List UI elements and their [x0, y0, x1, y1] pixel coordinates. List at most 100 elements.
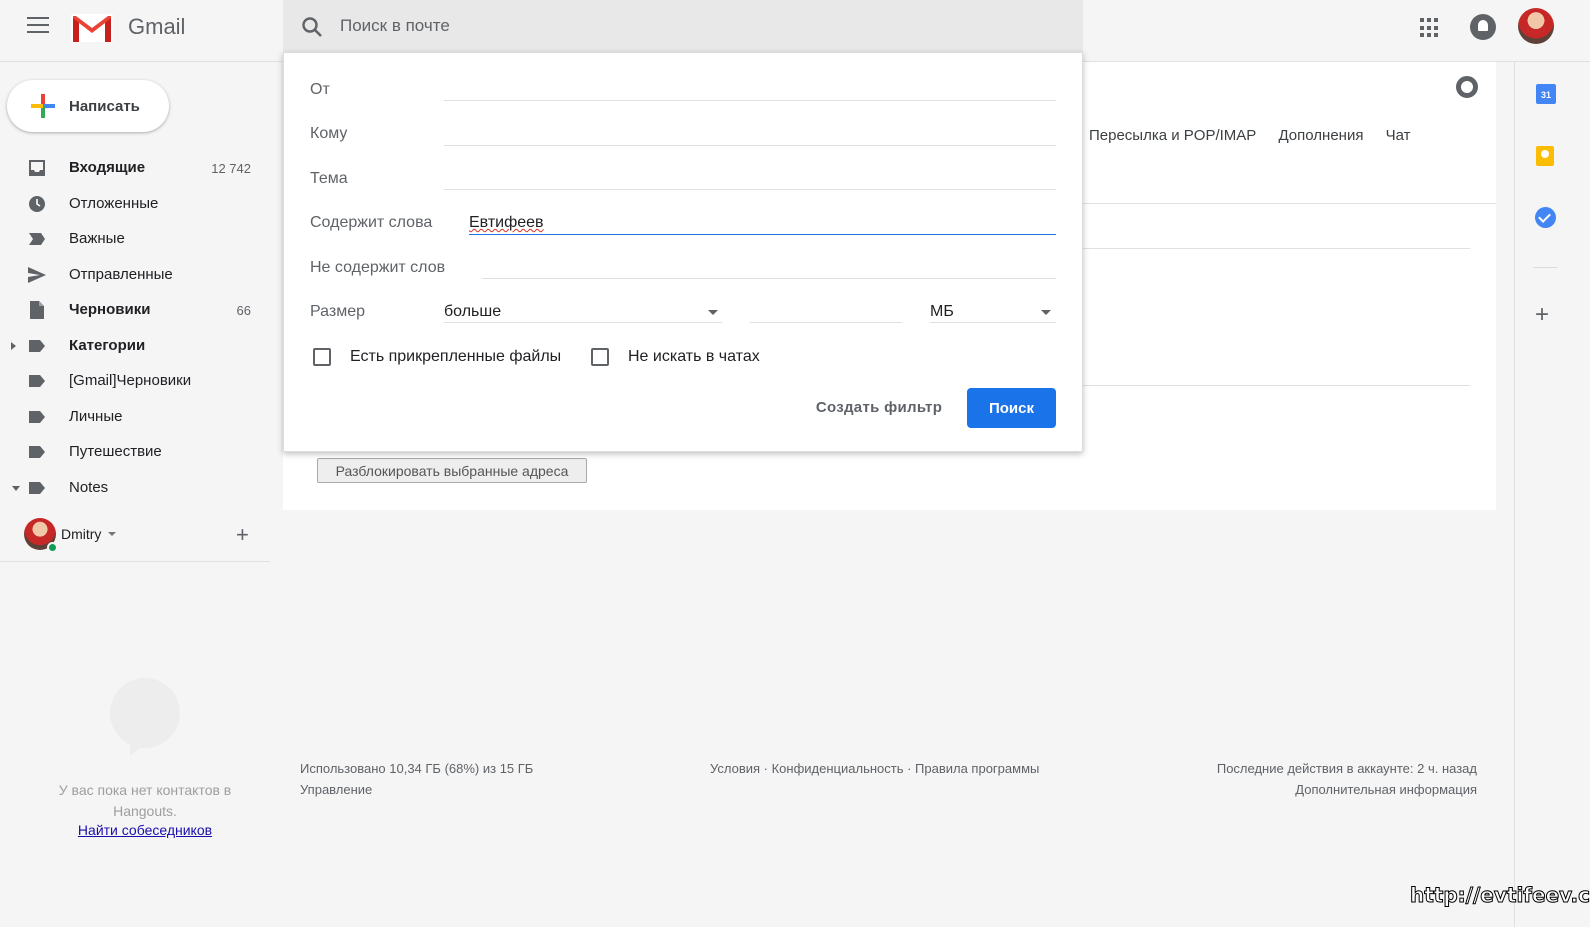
footer-links[interactable]: Условия · Конфиденциальность · Правила п… — [710, 758, 1039, 779]
unread-count: 12 742 — [211, 161, 251, 176]
collapse-arrow-icon[interactable] — [12, 485, 20, 491]
important-icon — [29, 233, 45, 245]
sidebar-item-sent[interactable]: Отправленные — [0, 257, 270, 293]
label-icon — [29, 481, 45, 494]
details-link[interactable]: Дополнительная информация — [1150, 779, 1477, 800]
tab-chat[interactable]: Чат — [1386, 127, 1411, 144]
compose-label: Написать — [69, 98, 140, 115]
find-contacts-link[interactable]: Найти собеседников — [40, 822, 250, 838]
sidebar-nav: Входящие 12 742 Отложенные Важные Отправ… — [0, 150, 270, 505]
settings-tabs: Пересылка и POP/IMAP Дополнения Чат — [1089, 127, 1429, 144]
sidebar-item-categories[interactable]: Категории — [0, 328, 270, 364]
search-input[interactable] — [340, 12, 1040, 40]
sidebar-item-travel[interactable]: Путешествие — [0, 434, 270, 470]
online-status-icon — [47, 542, 58, 553]
exclude-chats-checkbox[interactable] — [591, 348, 609, 366]
size-operator-select[interactable]: больше — [444, 303, 501, 321]
sidebar-item-label: Личные — [69, 407, 123, 425]
active-field-underline — [469, 234, 1056, 235]
divider — [1083, 385, 1470, 386]
label-icon — [29, 446, 45, 458]
draft-icon — [30, 301, 44, 319]
chevron-down-icon[interactable] — [1041, 310, 1051, 315]
notifications-icon[interactable] — [1470, 14, 1496, 40]
storage-usage: Использовано 10,34 ГБ (68%) из 15 ГБ Упр… — [300, 758, 533, 800]
plus-icon — [31, 94, 55, 118]
has-attachment-label[interactable]: Есть прикрепленные файлы — [350, 348, 561, 366]
inbox-icon — [29, 160, 45, 176]
divider — [1083, 248, 1470, 249]
divider — [930, 322, 1056, 323]
subject-input[interactable] — [444, 166, 1054, 190]
sidebar-item-label: Путешествие — [69, 443, 162, 460]
sidebar-item-snoozed[interactable]: Отложенные — [0, 186, 270, 222]
sidebar-item-label: Отправленные — [69, 265, 173, 283]
tasks-icon[interactable] — [1535, 207, 1556, 228]
hangouts-user-name[interactable]: Dmitry — [61, 526, 101, 542]
sidebar-item-important[interactable]: Важные — [0, 221, 270, 257]
to-label: Кому — [310, 125, 348, 142]
main-menu-icon[interactable] — [27, 17, 49, 35]
expand-arrow-icon[interactable] — [11, 341, 16, 350]
no-contacts-text: У вас пока нет контактов в Hangouts. — [58, 782, 232, 819]
storage-text: Использовано 10,34 ГБ (68%) из 15 ГБ — [300, 761, 534, 776]
sidebar-item-label: Важные — [69, 230, 125, 247]
hangouts-placeholder-icon — [110, 678, 180, 756]
sidebar-item-drafts[interactable]: Черновики 66 — [0, 292, 270, 328]
size-unit-select[interactable]: МБ — [930, 303, 954, 321]
watermark: http://evtifeev.com — [1410, 883, 1590, 908]
apps-grid-icon[interactable] — [1420, 18, 1440, 38]
add-contact-button[interactable]: + — [236, 524, 249, 546]
to-input[interactable] — [444, 121, 1054, 145]
search-button[interactable]: Поиск — [967, 388, 1056, 428]
gmail-logo-icon[interactable] — [70, 12, 114, 44]
exclude-chats-label[interactable]: Не искать в чатах — [628, 348, 760, 366]
account-activity: Последние действия в аккаунте: 2 ч. наза… — [1150, 758, 1477, 800]
sidebar-item-label: Категории — [69, 336, 146, 354]
sidebar-item-gmail-drafts[interactable]: [Gmail]Черновики — [0, 363, 270, 399]
label-icon — [29, 375, 45, 387]
tab-addons[interactable]: Дополнения — [1278, 127, 1363, 144]
size-value-input[interactable] — [750, 299, 900, 323]
compose-button[interactable]: Написать — [7, 80, 169, 132]
has-attachment-checkbox[interactable] — [313, 348, 331, 366]
divider — [482, 278, 1056, 279]
label-icon — [29, 339, 45, 352]
account-avatar[interactable] — [1518, 8, 1554, 44]
from-label: От — [310, 81, 330, 98]
create-filter-button[interactable]: Создать фильтр — [804, 388, 954, 426]
chevron-down-icon[interactable] — [108, 532, 116, 536]
tab-forwarding[interactable]: Пересылка и POP/IMAP — [1089, 127, 1256, 144]
hangouts-user: Dmitry + — [0, 512, 270, 562]
sidebar-item-personal[interactable]: Личные — [0, 399, 270, 435]
search-icon[interactable] — [301, 16, 323, 38]
sidebar-item-label: Черновики — [69, 301, 151, 318]
calendar-icon[interactable]: 31 — [1536, 84, 1556, 104]
from-input[interactable] — [444, 77, 1054, 101]
app-name: Gmail — [128, 14, 186, 39]
sidebar-item-label: [Gmail]Черновики — [69, 372, 192, 389]
draft-count: 66 — [236, 303, 251, 318]
unblock-addresses-button[interactable]: Разблокировать выбранные адреса — [317, 458, 587, 483]
divider — [444, 189, 1056, 190]
send-icon — [28, 266, 46, 283]
sidebar-item-label: Отложенные — [69, 194, 159, 212]
keep-icon[interactable] — [1536, 146, 1554, 166]
subject-label: Тема — [310, 170, 348, 187]
sidebar-item-label: Входящие — [69, 159, 146, 176]
not-words-input[interactable] — [482, 255, 1054, 279]
chevron-down-icon[interactable] — [708, 310, 718, 315]
not-words-label: Не содержит слов — [310, 259, 446, 276]
has-words-label: Содержит слова — [310, 214, 433, 231]
gear-icon[interactable] — [1456, 76, 1478, 98]
last-activity-text: Последние действия в аккаунте: 2 ч. наза… — [1216, 761, 1477, 776]
divider — [444, 145, 1056, 146]
has-words-input[interactable]: Евтифеев — [469, 214, 544, 232]
sidebar-item-inbox[interactable]: Входящие 12 742 — [0, 150, 270, 186]
size-label: Размер — [310, 303, 365, 320]
sidebar-item-notes[interactable]: Notes — [0, 470, 270, 506]
divider — [1533, 267, 1557, 268]
divider — [1083, 203, 1496, 204]
get-addons-button[interactable]: + — [1535, 303, 1549, 327]
manage-storage-link[interactable]: Управление — [300, 779, 533, 800]
